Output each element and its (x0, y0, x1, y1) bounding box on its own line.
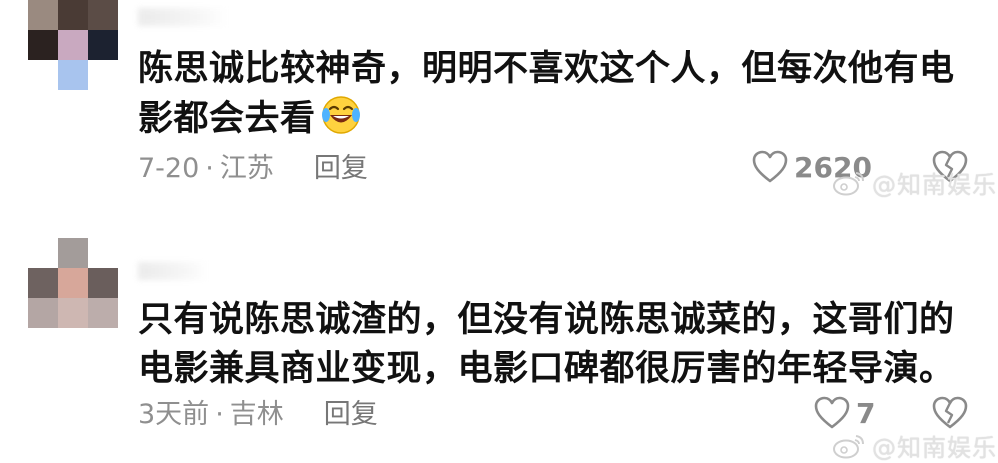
username-blurred[interactable] (138, 262, 208, 280)
reply-button[interactable]: 回复 (324, 398, 378, 432)
like-count: 7 (856, 396, 876, 430)
comment-date: 7-20 (138, 153, 200, 184)
reply-button[interactable]: 回复 (314, 152, 368, 186)
like-button[interactable]: 7 (814, 396, 875, 430)
watermark: @知南娱乐 (832, 165, 997, 200)
meta-separator: · (215, 399, 224, 430)
weibo-logo-icon (833, 171, 864, 195)
laughing-crying-emoji-icon (321, 96, 360, 134)
avatar[interactable] (28, 238, 118, 328)
comment-date: 3天前 (138, 399, 210, 430)
comment-location: 吉林 (229, 399, 284, 430)
username-blurred[interactable] (138, 8, 228, 26)
comment-text-line: 陈思诚比较神奇，明明不喜欢这个人，但每次他有电 (138, 49, 955, 89)
watermark-text: @知南娱乐 (872, 434, 997, 462)
comment-meta: 7-20 · 江苏 回复 (138, 152, 368, 186)
comment-text-line: 只有说陈思诚渣的，但没有说陈思诚菜的，这哥们的 (138, 300, 955, 340)
broken-heart-icon (932, 396, 968, 429)
comment-text-line: 电影兼具商业变现，电影口碑都很厉害的年轻导演。 (138, 349, 955, 389)
comment-text-segment: 影都会去看 (138, 99, 316, 139)
weibo-logo-icon (833, 434, 864, 458)
comment-meta: 3天前 · 吉林 回复 (138, 398, 378, 432)
meta-separator: · (205, 153, 214, 184)
comment-text: 只有说陈思诚渣的，但没有说陈思诚菜的，这哥们的 电影兼具商业变现，电影口碑都很厉… (138, 296, 978, 394)
watermark-text: @知南娱乐 (872, 171, 997, 199)
comment-text-line: 影都会去看 (138, 94, 978, 144)
comment-text: 陈思诚比较神奇，明明不喜欢这个人，但每次他有电 影都会去看 (138, 45, 978, 144)
avatar[interactable] (28, 0, 118, 90)
heart-icon (814, 396, 850, 429)
heart-icon (752, 150, 788, 183)
comment-location: 江苏 (219, 153, 274, 184)
watermark: @知南娱乐 (832, 428, 997, 463)
